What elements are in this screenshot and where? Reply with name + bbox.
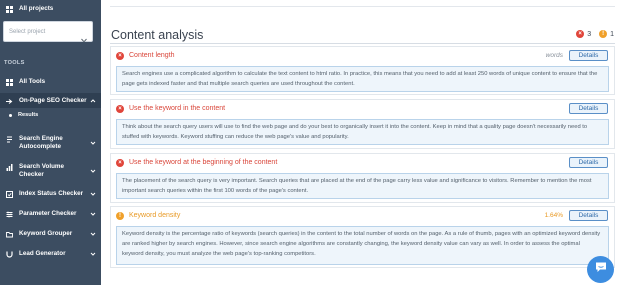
warning-icon: ! bbox=[599, 30, 608, 38]
arrow-icon bbox=[6, 98, 13, 105]
sidebar-item-label: Index Status Checker bbox=[19, 190, 84, 197]
chevron-down-icon bbox=[90, 231, 96, 237]
bar-chart-icon bbox=[6, 164, 13, 171]
warning-count: ! 1 bbox=[599, 30, 614, 38]
sidebar-item-on-page-seo-checker[interactable]: On-Page SEO Checker bbox=[0, 97, 101, 105]
error-icon: × bbox=[116, 51, 124, 60]
details-button[interactable]: Details bbox=[569, 50, 608, 61]
card-header: × Use the keyword in the content Details bbox=[111, 100, 614, 117]
folder-icon bbox=[6, 231, 13, 238]
card-title: Keyword density bbox=[129, 212, 181, 219]
details-button[interactable]: Details bbox=[569, 157, 608, 168]
grid-icon bbox=[6, 5, 13, 13]
previous-section-edge bbox=[110, 0, 615, 7]
error-icon: × bbox=[576, 30, 585, 38]
sidebar-item-label: On-Page SEO Checker bbox=[19, 97, 87, 104]
chevron-down-icon bbox=[90, 251, 96, 257]
check-card-keyword-in-content: × Use the keyword in the content Details… bbox=[110, 99, 615, 149]
check-card-keyword-at-beginning: × Use the keyword at the beginning of th… bbox=[110, 153, 615, 203]
sidebar-item-label: Keyword Grouper bbox=[19, 230, 73, 237]
magnet-icon bbox=[6, 251, 13, 258]
parameter-icon bbox=[6, 211, 13, 218]
chevron-down-icon bbox=[90, 211, 96, 217]
card-description: The placement of the search query is ver… bbox=[116, 173, 609, 199]
sidebar-item-search-engine-autocomplete[interactable]: Search Engine Autocomplete bbox=[0, 135, 101, 151]
index-icon bbox=[6, 190, 13, 198]
sidebar-item-keyword-grouper[interactable]: Keyword Grouper bbox=[0, 230, 101, 238]
page-title: Content analysis bbox=[111, 28, 204, 42]
sidebar-item-label: Search Engine Autocomplete bbox=[19, 135, 63, 150]
sidebar: All projects Select project TOOLS All To… bbox=[0, 0, 101, 285]
sidebar-all-projects[interactable]: All projects bbox=[0, 5, 101, 13]
chat-button[interactable] bbox=[587, 256, 614, 283]
chevron-down-icon bbox=[90, 140, 96, 146]
project-select-placeholder: Select project bbox=[9, 28, 46, 35]
check-card-keyword-density: ! Keyword density 1.64% Details Keyword … bbox=[110, 206, 615, 268]
card-title: Content length bbox=[129, 52, 175, 59]
sidebar-item-search-volume-checker[interactable]: Search Volume Checker bbox=[0, 163, 101, 179]
card-header: × Content length words Details bbox=[111, 47, 614, 64]
sidebar-all-projects-label: All projects bbox=[19, 5, 54, 12]
main-content: Content analysis × 3 ! 1 × Content lengt… bbox=[101, 0, 624, 285]
sidebar-section-tools: TOOLS bbox=[4, 60, 25, 66]
chat-icon bbox=[594, 260, 608, 279]
warning-count-value: 1 bbox=[610, 30, 614, 38]
sidebar-item-all-tools[interactable]: All Tools bbox=[0, 78, 101, 86]
card-description: Search engines use a complicated algorit… bbox=[116, 66, 609, 92]
sidebar-item-index-status-checker[interactable]: Index Status Checker bbox=[0, 190, 101, 198]
error-icon: × bbox=[116, 104, 124, 113]
title-divider bbox=[110, 43, 615, 44]
card-title: Use the keyword at the beginning of the … bbox=[129, 159, 278, 166]
grid-icon bbox=[6, 78, 13, 86]
check-card-content-length: × Content length words Details Search en… bbox=[110, 46, 615, 95]
details-button[interactable]: Details bbox=[569, 103, 608, 114]
sidebar-item-label: Parameter Checker bbox=[19, 210, 77, 217]
chevron-down-icon bbox=[90, 168, 96, 174]
card-title: Use the keyword in the content bbox=[129, 105, 226, 112]
card-value: 1.64% bbox=[544, 212, 563, 219]
card-description: Think about the search query users will … bbox=[116, 119, 609, 145]
sidebar-item-label: Search Volume Checker bbox=[19, 163, 65, 178]
sidebar-item-label: All Tools bbox=[19, 78, 46, 85]
sidebar-item-parameter-checker[interactable]: Parameter Checker bbox=[0, 210, 101, 218]
card-header: ! Keyword density 1.64% Details bbox=[111, 207, 614, 224]
details-button[interactable]: Details bbox=[569, 210, 608, 221]
chevron-down-icon bbox=[90, 191, 96, 197]
warning-icon: ! bbox=[116, 211, 124, 220]
error-icon: × bbox=[116, 158, 124, 167]
error-count-value: 3 bbox=[587, 30, 592, 38]
autocomplete-icon bbox=[6, 136, 13, 143]
card-header: × Use the keyword at the beginning of th… bbox=[111, 154, 614, 171]
sidebar-item-lead-generator[interactable]: Lead Generator bbox=[0, 250, 101, 258]
chevron-up-icon bbox=[90, 98, 96, 104]
chevron-down-icon bbox=[81, 30, 87, 43]
card-description: Keyword density is the percentage ratio … bbox=[116, 226, 609, 265]
card-value: words bbox=[545, 52, 563, 59]
sidebar-subitem-results[interactable]: Results bbox=[8, 112, 38, 118]
error-count: × 3 bbox=[576, 30, 591, 38]
sidebar-item-label: Lead Generator bbox=[19, 250, 66, 257]
issue-counts: × 3 ! 1 bbox=[576, 30, 614, 38]
project-select[interactable]: Select project bbox=[3, 21, 93, 43]
